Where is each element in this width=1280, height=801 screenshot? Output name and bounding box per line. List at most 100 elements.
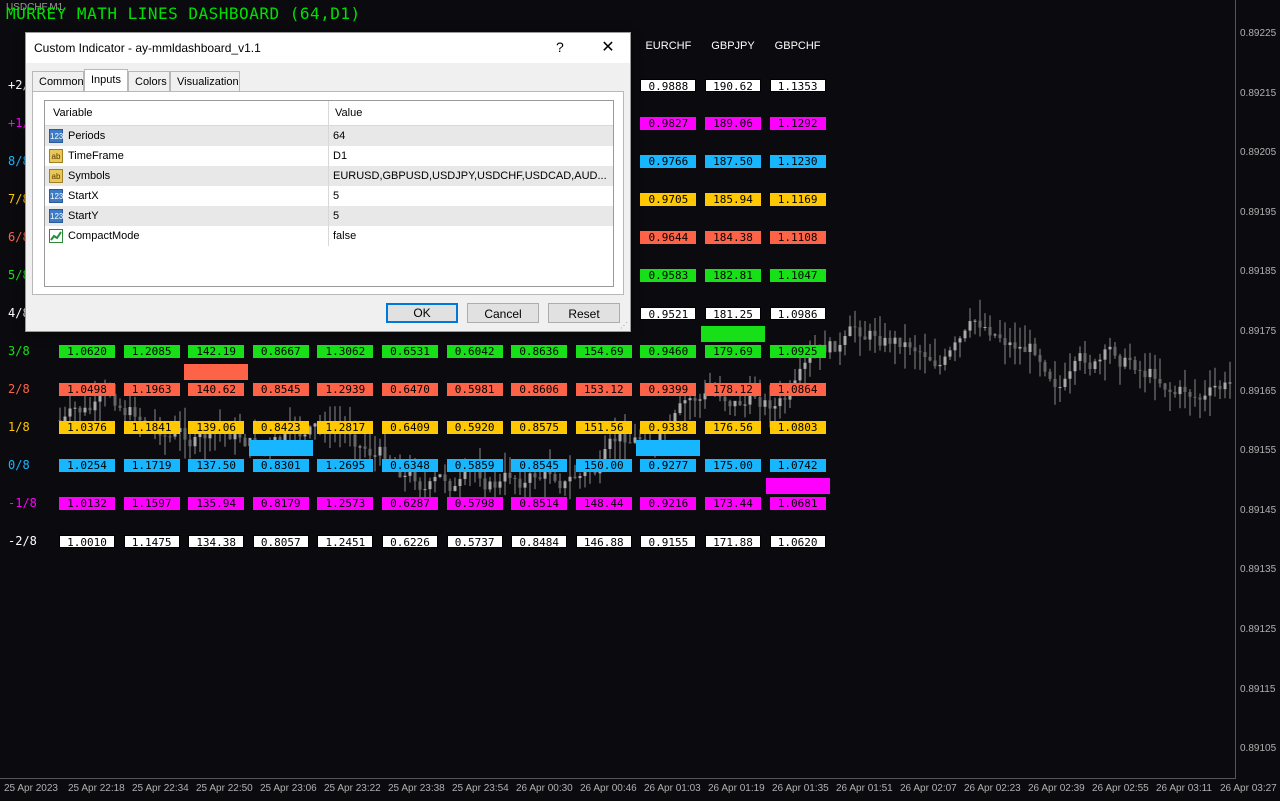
candle-body xyxy=(453,486,457,491)
help-button[interactable]: ? xyxy=(556,39,564,55)
level-value-cell: 137.50 xyxy=(188,459,245,472)
candle-body xyxy=(1138,369,1142,371)
input-value-field[interactable]: EURUSD,GBPUSD,USDJPY,USDCHF,USDCAD,AUD..… xyxy=(333,170,607,182)
input-row[interactable]: 123 Periods 64 xyxy=(45,126,613,146)
input-value-field[interactable]: 64 xyxy=(333,130,345,142)
level-value-cell: 0.5859 xyxy=(446,459,503,472)
level-value-cell: 1.0498 xyxy=(59,383,115,396)
input-value-field[interactable]: D1 xyxy=(333,150,347,162)
candle-body xyxy=(1133,360,1137,370)
col-value-header[interactable]: Value xyxy=(335,107,362,119)
input-variable-name: StartY xyxy=(68,210,99,222)
candle-body xyxy=(513,477,517,479)
time-axis-label: 25 Apr 22:50 xyxy=(196,783,253,794)
dialog-titlebar[interactable]: Custom Indicator - ay-mmldashboard_v1.1 … xyxy=(26,33,630,63)
level-value-cell: 146.88 xyxy=(575,535,632,549)
current-price-marker xyxy=(184,364,249,380)
candle-body xyxy=(923,352,927,357)
close-icon[interactable]: ✕ xyxy=(598,37,618,57)
candle-body xyxy=(1148,368,1152,378)
input-row[interactable]: 123 StartY 5 xyxy=(45,206,613,226)
level-value-cell: 1.2939 xyxy=(317,383,374,396)
level-value-cell: 1.2573 xyxy=(317,497,374,510)
level-value-cell: 1.1719 xyxy=(123,459,180,472)
input-row[interactable]: 123 StartX 5 xyxy=(45,186,613,206)
level-value-cell: 0.9766 xyxy=(640,155,697,168)
candle-body xyxy=(1018,346,1022,349)
time-axis-label: 26 Apr 01:35 xyxy=(772,783,829,794)
candle-body xyxy=(1028,343,1032,353)
level-value-cell: 134.38 xyxy=(188,535,245,549)
level-value-cell: 0.5981 xyxy=(446,383,503,396)
level-value-cell: 171.88 xyxy=(705,535,761,549)
candle-body xyxy=(578,476,582,479)
candle-body xyxy=(1083,353,1087,363)
candle-body xyxy=(128,407,132,416)
level-value-cell: 139.06 xyxy=(188,421,245,434)
price-axis-label: 0.89125 xyxy=(1240,624,1277,635)
reset-button[interactable]: Reset xyxy=(548,303,620,323)
candle-body xyxy=(693,398,697,401)
resize-grip-icon[interactable]: ⋰ xyxy=(620,321,628,330)
tab-colors[interactable]: Colors xyxy=(128,71,170,91)
candle-body xyxy=(378,446,382,456)
candle-body xyxy=(973,320,977,322)
level-label: -2/8 xyxy=(8,534,37,548)
time-axis-label: 25 Apr 23:54 xyxy=(452,783,509,794)
candle-body xyxy=(418,481,422,490)
price-axis-label: 0.89205 xyxy=(1240,147,1277,159)
level-label: 1/8 xyxy=(8,420,30,434)
input-value-field[interactable]: false xyxy=(333,230,356,242)
candle-body xyxy=(1223,382,1227,390)
candle-body xyxy=(888,337,892,344)
input-value-field[interactable]: 5 xyxy=(333,210,339,222)
input-row[interactable]: CompactMode false xyxy=(45,226,613,246)
candle-body xyxy=(1218,385,1222,390)
candle-body xyxy=(353,434,357,447)
tab-common[interactable]: Common xyxy=(32,71,84,91)
tab-inputs[interactable]: Inputs xyxy=(84,69,128,91)
candle-body xyxy=(913,347,917,352)
level-value-cell: 0.8057 xyxy=(252,535,309,549)
candle-body xyxy=(1163,383,1167,390)
level-value-cell: 185.94 xyxy=(705,193,761,206)
level-value-cell: 0.9644 xyxy=(640,231,697,244)
level-value-cell: 0.8545 xyxy=(511,459,568,472)
time-axis-label: 26 Apr 00:46 xyxy=(580,783,637,794)
ok-button[interactable]: OK xyxy=(386,303,458,323)
candle-body xyxy=(503,472,507,482)
level-value-cell: 1.1108 xyxy=(769,231,826,244)
tab-visualization[interactable]: Visualization xyxy=(170,71,240,91)
level-value-cell: 175.00 xyxy=(705,459,761,472)
level-value-cell: 150.00 xyxy=(575,459,632,472)
candle-body xyxy=(953,342,957,351)
input-row[interactable]: ab TimeFrame D1 xyxy=(45,146,613,166)
candle-body xyxy=(768,400,772,409)
candle-body xyxy=(433,476,437,482)
col-variable-header[interactable]: Variable xyxy=(53,107,93,119)
candle-body xyxy=(88,407,92,411)
level-value-cell: 0.9827 xyxy=(640,117,697,130)
level-value-cell: 0.8606 xyxy=(511,383,568,396)
price-axis-label: 0.89215 xyxy=(1240,87,1277,99)
level-value-cell: 182.81 xyxy=(705,269,761,282)
candle-body xyxy=(448,480,452,491)
price-axis-divider xyxy=(1235,0,1236,778)
candle-body xyxy=(1143,370,1147,378)
level-value-cell: 1.0925 xyxy=(769,345,826,358)
cancel-button[interactable]: Cancel xyxy=(467,303,539,323)
level-value-cell: 0.9888 xyxy=(640,79,697,93)
time-axis-label: 26 Apr 02:23 xyxy=(964,783,1021,794)
level-value-cell: 0.9338 xyxy=(640,421,697,434)
input-value-field[interactable]: 5 xyxy=(333,190,339,202)
candle-body xyxy=(853,326,857,328)
level-value-cell: 1.0376 xyxy=(59,421,115,434)
inputs-table-header: Variable Value xyxy=(45,101,613,126)
candle-body xyxy=(1108,346,1112,350)
level-value-cell: 0.8484 xyxy=(511,535,568,549)
candle-body xyxy=(508,472,512,478)
level-value-cell: 0.6470 xyxy=(382,383,438,396)
input-row[interactable]: ab Symbols EURUSD,GBPUSD,USDJPY,USDCHF,USD… xyxy=(45,166,613,186)
price-axis-label: 0.89195 xyxy=(1240,206,1277,218)
dialog-title: Custom Indicator - ay-mmldashboard_v1.1 xyxy=(34,41,261,55)
